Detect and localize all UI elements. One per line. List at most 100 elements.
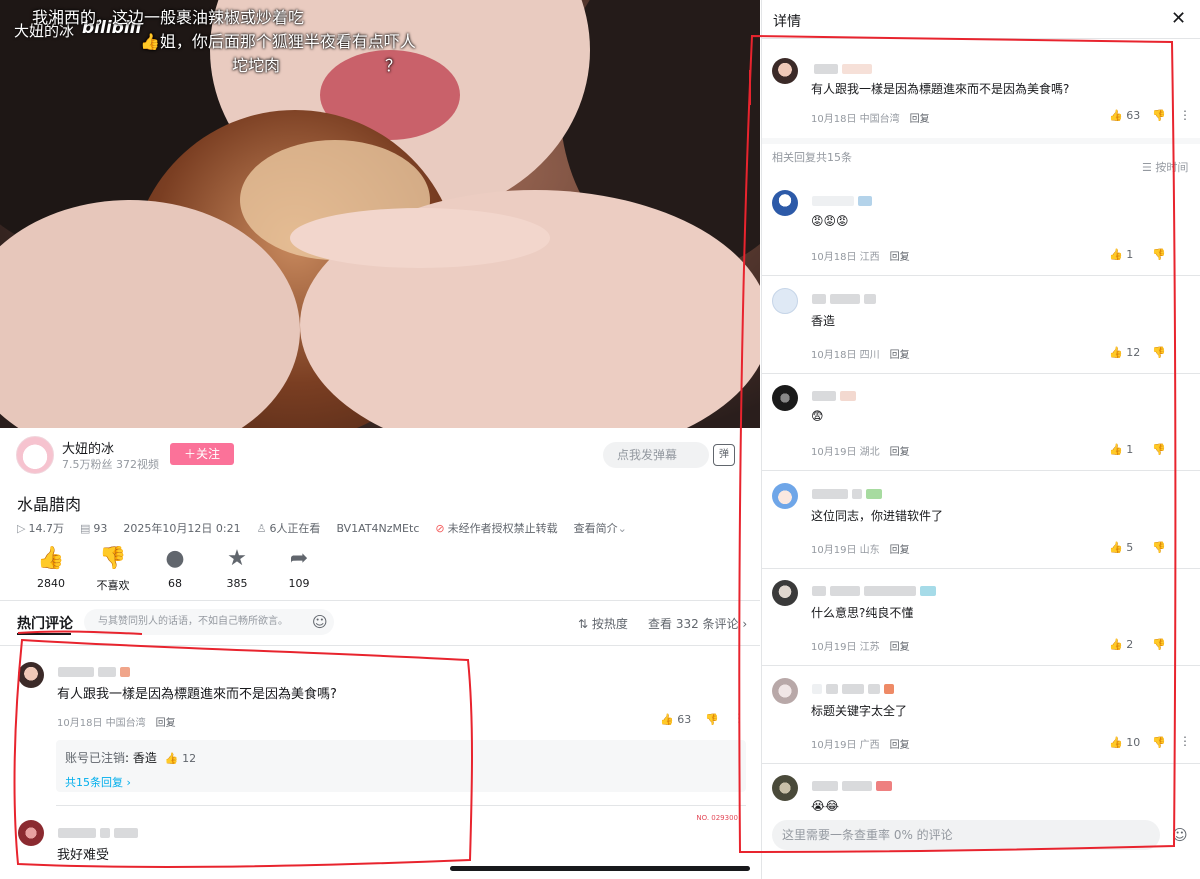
comments-divider <box>0 645 760 646</box>
reply-dislike-icon[interactable]: 👎 <box>1152 443 1166 456</box>
reply-avatar[interactable] <box>772 190 798 216</box>
danmaku-input[interactable]: 点我发弹幕 <box>603 442 709 468</box>
reply-avatar[interactable] <box>772 775 798 801</box>
reply-avatar[interactable] <box>772 288 798 314</box>
reply-button[interactable]: 回复 <box>890 447 910 458</box>
comment-location: 中国台湾 <box>105 718 146 729</box>
reply-like-button[interactable]: 👍 2 <box>1109 638 1133 651</box>
reply-username-blurred[interactable] <box>812 678 898 697</box>
favorite-button[interactable]: ★ 385 <box>206 546 268 593</box>
comment-username-blurred[interactable] <box>58 661 134 680</box>
dislike-button[interactable]: 👎 不喜欢 <box>82 546 144 593</box>
comment-date: 10月18日 <box>57 718 103 729</box>
thumb-up-icon: 👍 <box>1109 109 1127 122</box>
fan-badge: NO. 029300 <box>696 814 738 822</box>
sort-by-time-button[interactable]: ☰ 按时间 <box>1142 159 1188 175</box>
comment-avatar[interactable] <box>18 820 44 846</box>
reply-button[interactable]: 回复 <box>890 252 910 263</box>
like-button[interactable]: 👍 2840 <box>20 546 82 593</box>
watching-count: ♙ 6人正在看 <box>257 520 321 536</box>
danmaku-settings-icon[interactable]: 弹 <box>713 444 735 466</box>
view-all-label: 查看 332 条评论 <box>648 617 739 631</box>
reply-avatar[interactable] <box>772 385 798 411</box>
view-all-comments[interactable]: 查看 332 条评论 › <box>648 615 747 632</box>
coin-button[interactable]: ● 68 <box>144 546 206 593</box>
sub-reply-box[interactable]: 账号已注销: 香造 👍 12 共15条回复 › <box>56 740 746 792</box>
reply-divider <box>762 275 1200 276</box>
intro-text[interactable]: 查看简介 <box>574 522 618 535</box>
subtitle-1: 我湘西的，这边一般裹油辣椒或炒着吃 <box>32 8 305 27</box>
reply-dislike-icon[interactable]: 👎 <box>1152 346 1166 359</box>
more-options-icon[interactable]: ⋮ <box>1179 734 1191 748</box>
reply-meta: 10月19日 湖北 回复 <box>811 443 910 458</box>
reply-dislike-icon[interactable]: 👎 <box>1152 736 1166 749</box>
reply-username-blurred[interactable] <box>812 775 896 794</box>
comment-reply-button[interactable]: 回复 <box>156 718 176 729</box>
share-button[interactable]: ➦ 109 <box>268 546 330 593</box>
sub-reply-text: 香造 <box>132 751 157 765</box>
uploader-avatar[interactable] <box>16 436 54 474</box>
emoji-icon[interactable]: ☺ <box>1172 826 1188 844</box>
reply-avatar[interactable] <box>772 483 798 509</box>
reply-username-blurred[interactable] <box>812 385 860 404</box>
danmaku-count-text: 93 <box>93 521 108 535</box>
reply-button[interactable]: 回复 <box>890 350 910 361</box>
reply-username-blurred[interactable] <box>812 288 880 307</box>
sub-reply-like-count: 12 <box>182 752 197 765</box>
play-icon: ▷ <box>17 521 26 535</box>
thumb-up-icon: 👍 <box>1109 443 1127 456</box>
comment-reply-button[interactable]: 回复 <box>910 114 930 125</box>
reply-button[interactable]: 回复 <box>890 740 910 751</box>
reply-location: 江西 <box>859 252 880 263</box>
video-player[interactable]: 大妞的冰 bilibili 我湘西的，这边一般裹油辣椒或炒着吃 👍姐，你后面那个… <box>0 0 760 428</box>
sort-button[interactable]: ⇅ 按热度 <box>578 615 628 632</box>
sub-reply-likes[interactable]: 👍 12 <box>165 752 196 765</box>
more-options-icon[interactable]: ⋮ <box>733 711 745 725</box>
comment-avatar[interactable] <box>772 58 798 84</box>
reply-username-blurred[interactable] <box>812 483 886 502</box>
reply-avatar[interactable] <box>772 580 798 606</box>
emoji-icon[interactable]: ☺ <box>312 613 328 631</box>
reply-dislike-icon[interactable]: 👎 <box>1152 541 1166 554</box>
favorite-count: 385 <box>226 577 248 590</box>
comment-text: 有人跟我一樣是因為標題進來而不是因為美食嗎? <box>57 687 337 702</box>
close-icon[interactable]: ✕ <box>1171 8 1186 29</box>
comment-like-button[interactable]: 👍 63 <box>1109 109 1140 122</box>
comment-avatar[interactable] <box>18 662 44 688</box>
thumb-up-icon: 👍 <box>37 546 65 571</box>
reply-detail-panel: 详情 ✕ 有人跟我一樣是因為標題進來而不是因為美食嗎? 10月18日 中国台湾回… <box>761 0 1200 879</box>
reply-like-count: 1 <box>1126 443 1134 456</box>
comment-username-blurred[interactable] <box>814 58 876 77</box>
reply-like-button[interactable]: 👍 12 <box>1109 346 1140 359</box>
comment-username-blurred[interactable] <box>58 822 142 841</box>
comment-meta: 10月18日 中国台湾 回复 <box>57 714 176 729</box>
comment-like-count: 63 <box>1126 109 1141 122</box>
reply-username-blurred[interactable] <box>812 190 876 209</box>
comment-like-button[interactable]: 👍 63 <box>660 713 691 726</box>
reply-like-button[interactable]: 👍 10 <box>1109 736 1140 749</box>
reply-dislike-icon[interactable]: 👎 <box>1152 248 1166 261</box>
bvid[interactable]: BV1AT4NzMEtc <box>336 522 419 535</box>
more-options-icon[interactable]: ⋮ <box>1179 108 1191 122</box>
reply-dislike-icon[interactable]: 👎 <box>1152 638 1166 651</box>
reply-username-blurred[interactable] <box>812 580 940 599</box>
reply-like-count: 10 <box>1126 736 1141 749</box>
comment-dislike-icon[interactable]: 👎 <box>705 713 719 726</box>
view-replies-link[interactable]: 共15条回复 › <box>65 774 131 790</box>
reply-like-button[interactable]: 👍 1 <box>1109 248 1133 261</box>
sub-reply-user[interactable]: 账号已注销 <box>65 751 125 765</box>
hot-comments-tab[interactable]: 热门评论 <box>17 613 73 633</box>
reply-like-button[interactable]: 👍 1 <box>1109 443 1133 456</box>
follow-button[interactable]: ＋关注 <box>170 443 234 465</box>
reply-avatar[interactable] <box>772 678 798 704</box>
uploader-name[interactable]: 大妞的冰 <box>62 438 114 457</box>
like-count: 2840 <box>37 577 65 590</box>
reply-input[interactable]: 这里需要一条查重率 0% 的评论 <box>772 820 1160 850</box>
reply-button[interactable]: 回复 <box>890 642 910 653</box>
reply-like-button[interactable]: 👍 5 <box>1109 541 1133 554</box>
reply-item: 😡😡😡 10月18日 江西 回复 👍 1 👎 <box>762 190 1200 287</box>
reply-button[interactable]: 回复 <box>890 545 910 556</box>
comment-input[interactable]: 与其赞同别人的话语，不如自己畅所欲言。 <box>84 609 334 635</box>
comment-dislike-icon[interactable]: 👎 <box>1152 109 1166 122</box>
view-intro-link[interactable]: 查看简介⌄ <box>574 520 627 536</box>
